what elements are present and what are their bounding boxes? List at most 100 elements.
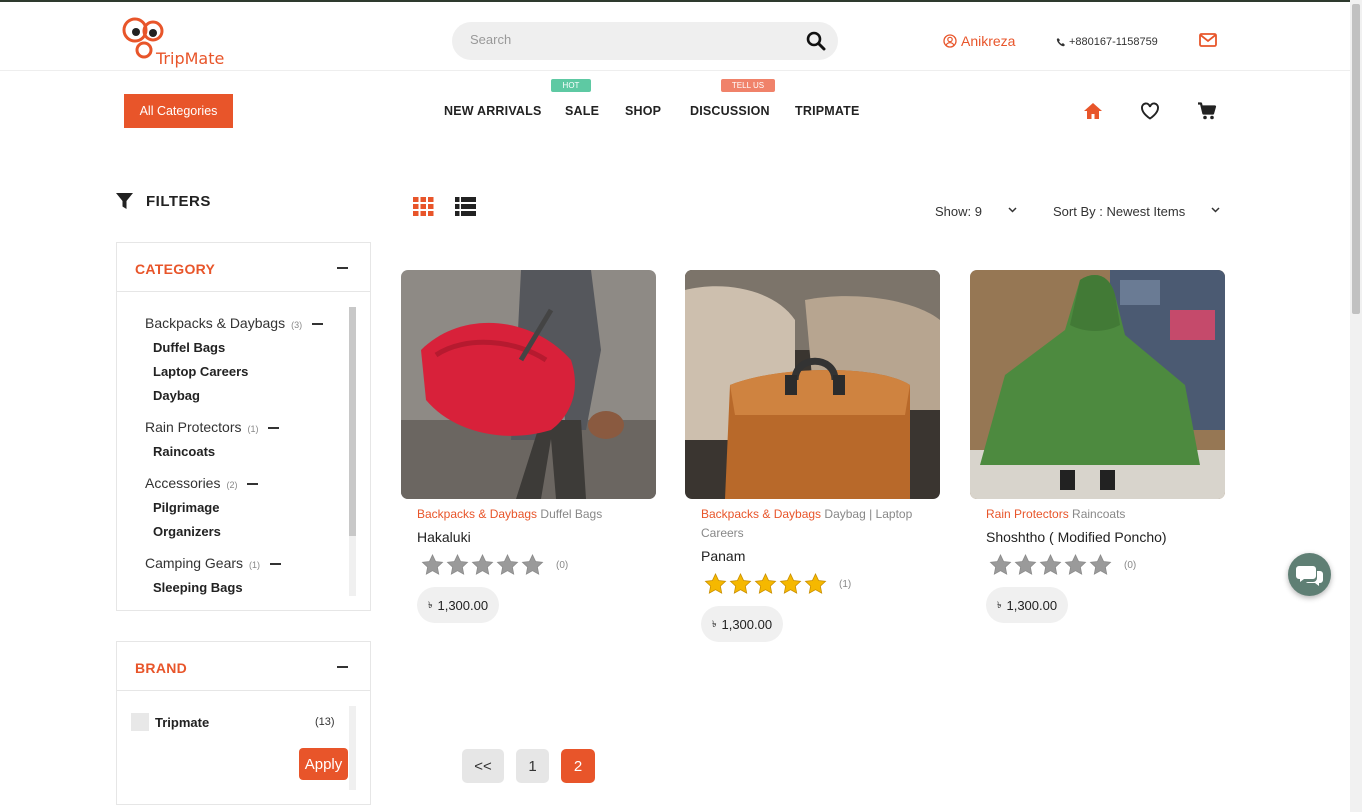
product-image[interactable] [685,270,940,499]
star-icon [779,573,802,594]
pagination-page-1[interactable]: 1 [516,749,549,783]
subcategory-organizers[interactable]: Organizers [153,524,221,539]
show-count-select[interactable]: Show: 9 [935,204,982,219]
product-card[interactable]: Backpacks & Daybags Duffel Bags Hakaluki… [401,270,656,623]
phone-icon [1056,38,1065,47]
category-label: Rain Protectors [145,419,242,435]
brand-scrollbar[interactable] [349,706,356,790]
hot-tag: HOT [551,79,591,92]
apply-button[interactable]: Apply [299,748,348,780]
category-heading: CATEGORY [135,261,216,277]
brand-heading: BRAND [135,660,188,676]
product-image[interactable] [401,270,656,499]
product-card[interactable]: Backpacks & Daybags Daybag | Laptop Care… [685,270,940,642]
collapse-minus-icon[interactable] [247,483,259,486]
price-tag: ৳ 1,300.00 [986,587,1069,623]
category-scroll-thumb[interactable] [349,307,356,536]
sort-select[interactable]: Sort By : Newest Items [1053,204,1185,219]
product-name[interactable]: Hakaluki [417,529,471,545]
star-icon [421,554,444,575]
product-name[interactable]: Shoshtho ( Modified Poncho) [986,529,1167,545]
chat-button[interactable] [1288,553,1331,596]
nav-sale[interactable]: SALE [565,104,599,118]
product-card[interactable]: Rain Protectors Raincoats Shoshtho ( Mod… [970,270,1225,623]
user-account-link[interactable]: Anikreza [943,33,1015,49]
star-icon [754,573,777,594]
currency-symbol: ৳ [712,618,717,629]
product-subcategory[interactable]: Duffel Bags [540,507,602,521]
price-value: 1,300.00 [721,616,773,632]
page-scroll-thumb[interactable] [1352,4,1360,314]
user-circle-icon [943,34,957,48]
nav-new-arrivals[interactable]: NEW ARRIVALS [444,104,542,118]
subcategory-duffel-bags[interactable]: Duffel Bags [153,340,225,355]
product-category-link[interactable]: Backpacks & Daybags [701,507,821,521]
review-count: (0) [1124,559,1137,571]
filters-title-text: FILTERS [146,193,211,210]
search-icon[interactable] [806,31,826,51]
brand-checkbox[interactable] [131,713,149,731]
tripmate-logo[interactable]: TripMate [122,15,232,68]
category-panel-header[interactable]: CATEGORY [117,243,370,292]
collapse-minus-icon[interactable] [337,666,348,668]
star-icon [1039,554,1062,575]
pagination-prev-button[interactable]: << [462,749,504,783]
product-category-link[interactable]: Rain Protectors [986,507,1069,521]
brand-panel: BRAND Tripmate (13) Apply [116,641,371,805]
mail-icon[interactable] [1199,33,1217,47]
home-icon[interactable] [1083,102,1103,120]
subcategory-pilgrimage[interactable]: Pilgrimage [153,500,219,515]
page-scrollbar[interactable] [1350,0,1362,812]
category-group-rain-protectors[interactable]: Rain Protectors (1) [145,419,280,435]
all-categories-button[interactable]: All Categories [124,94,233,128]
star-icon [496,554,519,575]
red-duffel-bag-photo [401,270,656,499]
green-poncho-photo [970,270,1225,499]
chat-bubbles-icon [1296,566,1323,586]
phone-contact[interactable]: +880167-1158759 [1056,36,1158,48]
subcategory-raincoats[interactable]: Raincoats [153,444,215,459]
star-icon [471,554,494,575]
category-count: (1) [247,424,259,434]
nav-shop[interactable]: SHOP [625,104,661,118]
subcategory-daybag[interactable]: Daybag [153,388,200,403]
subcategory-sleeping-bags[interactable]: Sleeping Bags [153,580,243,595]
grid-view-icon[interactable] [413,197,434,216]
nav-tripmate[interactable]: TRIPMATE [795,104,860,118]
brand-list: Tripmate (13) Apply [117,691,370,801]
star-icon [1014,554,1037,575]
wishlist-heart-icon[interactable] [1140,102,1160,120]
pagination-page-2-current[interactable]: 2 [561,749,595,783]
star-icon [1089,554,1112,575]
brand-label[interactable]: Tripmate [155,715,209,730]
category-group-backpacks[interactable]: Backpacks & Daybags (3) [145,315,324,331]
product-name[interactable]: Panam [701,548,745,564]
category-scrollbar[interactable] [349,307,356,596]
collapse-minus-icon[interactable] [270,563,282,566]
brand-panel-header[interactable]: BRAND [117,642,370,691]
collapse-minus-icon[interactable] [268,427,280,430]
category-group-accessories[interactable]: Accessories (2) [145,475,259,491]
collapse-minus-icon[interactable] [337,267,348,269]
product-subcategory[interactable]: Raincoats [1072,507,1125,521]
chevron-down-icon[interactable] [1211,207,1220,213]
product-category-link[interactable]: Backpacks & Daybags [417,507,537,521]
chevron-down-icon[interactable] [1008,207,1017,213]
subcategory-laptop-careers[interactable]: Laptop Careers [153,364,248,379]
product-breadcrumb: Backpacks & Daybags Duffel Bags [417,505,647,524]
search-bar [452,22,838,60]
product-image[interactable] [970,270,1225,499]
filters-heading: FILTERS [115,192,211,211]
search-input[interactable] [470,32,790,47]
nav-discussion[interactable]: DISCUSSION [690,104,770,118]
category-label: Camping Gears [145,555,244,571]
currency-symbol: ৳ [428,599,433,610]
list-view-icon[interactable] [455,197,476,216]
collapse-minus-icon[interactable] [312,323,324,326]
category-group-camping-gears[interactable]: Camping Gears (1) [145,555,282,571]
price-tag: ৳ 1,300.00 [417,587,500,623]
star-icon [1064,554,1087,575]
category-count: (2) [226,480,238,490]
cart-icon[interactable] [1197,102,1217,120]
brown-backpacks-photo [685,270,940,499]
